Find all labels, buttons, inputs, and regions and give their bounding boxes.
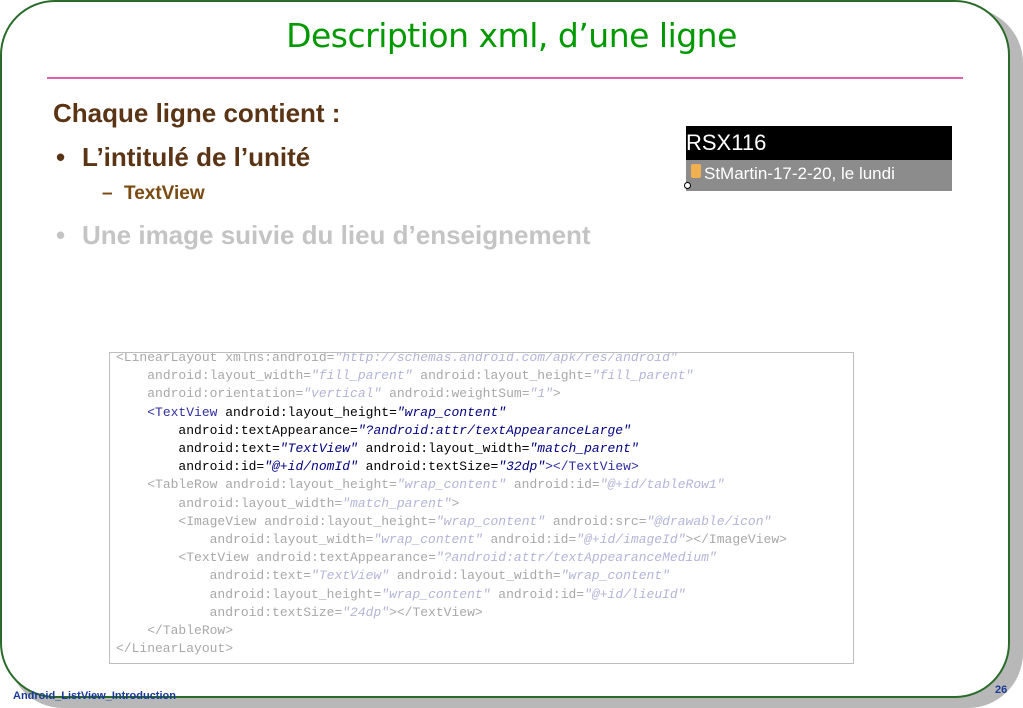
list-row-preview: RSX116 StMartin-17-2-20, le lundi — [684, 126, 952, 191]
xml-code-listing: <LinearLayout xmlns:android="http://sche… — [109, 352, 854, 664]
code-line: android:text="TextView" android:layout_w… — [116, 567, 670, 585]
code-line: <TextView android:layout_height="wrap_co… — [116, 404, 506, 422]
preview-row-text: StMartin-17-2-20, le lundi — [704, 164, 895, 183]
slide-title: Description xml, d’une ligne — [286, 16, 737, 55]
footer-label: Android_ListView_Introduction — [13, 690, 176, 702]
code-token: "match_parent" — [342, 495, 452, 511]
app-icon — [691, 164, 701, 178]
code-token: "@drawable/icon" — [646, 513, 772, 529]
code-line: android:id="@+id/nomId" android:textSize… — [116, 458, 639, 476]
code-token: android:id= — [178, 459, 265, 475]
code-token: "@+id/nomId" — [264, 459, 358, 475]
code-token: android:id= — [506, 477, 600, 493]
bullet-marker: • — [56, 220, 66, 250]
resize-handle-icon — [684, 182, 691, 189]
sub-bullet-marker: – — [102, 183, 113, 204]
code-token: android:id= — [490, 586, 585, 602]
bullet-text: L’intitulé de l’unité — [82, 142, 311, 172]
code-token: android:text= — [178, 441, 280, 456]
code-token: > — [451, 495, 460, 511]
code-token: "32dp" — [498, 459, 546, 475]
code-token: "@+id/tableRow1" — [599, 477, 725, 493]
code-token: "wrap_content" — [381, 586, 491, 602]
code-line: android:orientation="vertical" android:w… — [116, 385, 561, 403]
title-divider — [47, 77, 963, 79]
code-token: "TextView" — [279, 441, 358, 456]
code-token: android:layout_height= — [412, 368, 592, 384]
page-number: 26 — [995, 684, 1008, 696]
code-token: <LinearLayout xmlns:android= — [116, 352, 335, 365]
code-token: android:layout_height= — [217, 404, 397, 420]
slide-heading: Chaque ligne contient : — [53, 98, 341, 128]
code-token: <TextView — [147, 404, 218, 420]
code-token: android:id= — [482, 532, 577, 547]
code-token: android:text= — [209, 568, 312, 584]
code-token: android:layout_width= — [357, 441, 530, 456]
code-token: "?android:attr/textAppearanceMedium" — [435, 550, 717, 566]
code-token: </LinearLayout> — [116, 641, 234, 657]
sub-bullet-text: TextView — [124, 183, 205, 204]
code-token: "1" — [529, 386, 553, 402]
code-token: android:textSize= — [209, 604, 343, 620]
code-token: "TextView" — [311, 568, 390, 584]
code-token: <ImageView android:layout_height= — [178, 513, 436, 529]
code-token: "wrap_content" — [396, 404, 507, 420]
code-token: android:layout_width= — [209, 532, 374, 547]
code-token: "?android:attr/textAppearanceLarge" — [357, 422, 631, 438]
code-token: android:layout_height= — [209, 586, 382, 602]
code-line: <TextView android:textAppearance="?andro… — [116, 549, 717, 567]
code-token: android:textAppearance= — [178, 422, 358, 438]
code-token: "@+id/lieuId" — [584, 586, 686, 602]
code-line: android:textSize="24dp"></TextView> — [116, 604, 483, 622]
code-token: android:src= — [545, 513, 647, 529]
code-line: android:layout_width="wrap_content" andr… — [116, 531, 787, 549]
bullet-marker: • — [56, 142, 66, 172]
code-token: "vertical" — [303, 386, 382, 402]
code-token: "http://schemas.android.com/apk/res/andr… — [334, 352, 678, 365]
preview-title: RSX116 — [686, 130, 767, 155]
code-line: android:textAppearance="?android:attr/te… — [116, 422, 631, 440]
code-token: android:layout_width= — [178, 495, 343, 511]
code-line: <TableRow android:layout_height="wrap_co… — [116, 476, 725, 494]
code-line: </LinearLayout> — [116, 640, 233, 658]
code-token: "wrap_content" — [396, 477, 507, 493]
code-token: android:textSize= — [357, 459, 499, 475]
code-token: ></TextView> — [389, 604, 483, 620]
code-token: android:layout_width= — [147, 368, 312, 384]
code-token: "24dp" — [342, 604, 390, 620]
code-line: </TableRow> — [116, 622, 233, 640]
bullet-item-1: • L’intitulé de l’unité — [56, 142, 310, 173]
code-token: "wrap_content" — [560, 568, 670, 584]
bullet-item-2: • Une image suivie du lieu d’enseignement — [56, 220, 591, 251]
code-line: android:text="TextView" android:layout_w… — [116, 440, 639, 458]
code-token: android:layout_width= — [389, 568, 561, 584]
code-token: "match_parent" — [529, 441, 639, 456]
code-line: android:layout_width="fill_parent" andro… — [116, 367, 693, 385]
bullet-text: Une image suivie du lieu d’enseignement — [82, 220, 591, 250]
code-token: ></ImageView> — [685, 532, 787, 547]
code-token: android:weightSum= — [381, 386, 530, 402]
code-token: "fill_parent" — [311, 368, 413, 384]
code-token: <TableRow android:layout_height= — [147, 477, 397, 493]
code-token: "wrap_content" — [373, 532, 483, 547]
sub-bullet-item: – TextView — [102, 183, 205, 205]
code-line: <ImageView android:layout_height="wrap_c… — [116, 513, 771, 531]
preview-row: StMartin-17-2-20, le lundi — [686, 160, 952, 191]
code-token: "fill_parent" — [591, 368, 694, 384]
code-token: "@+id/imageId" — [576, 532, 686, 547]
code-token: </TableRow> — [147, 623, 234, 638]
code-line: android:layout_width="match_parent"> — [116, 495, 459, 513]
code-token: > — [552, 386, 561, 402]
code-line: <LinearLayout xmlns:android="http://sche… — [116, 352, 678, 367]
preview-title-bar: RSX116 — [686, 126, 952, 160]
code-token: ></TextView> — [545, 459, 639, 475]
code-token: "wrap_content" — [435, 513, 546, 529]
code-token: <TextView android:textAppearance= — [178, 550, 436, 566]
code-line: android:layout_height="wrap_content" and… — [116, 586, 686, 604]
code-token: android:orientation= — [147, 386, 304, 402]
